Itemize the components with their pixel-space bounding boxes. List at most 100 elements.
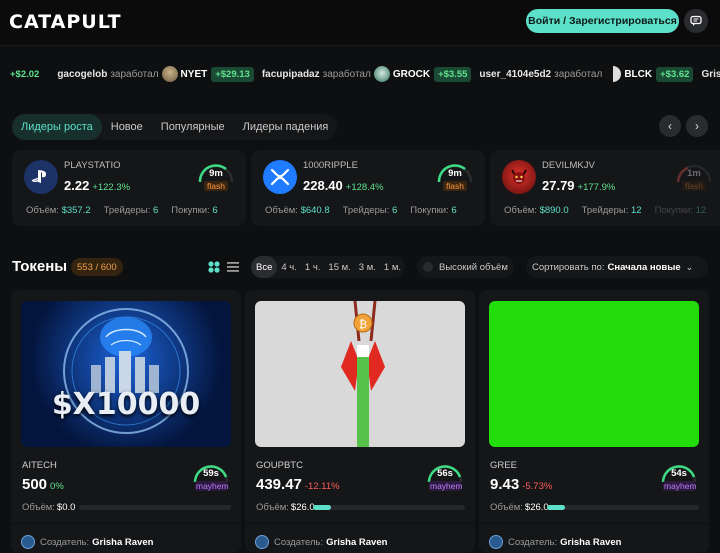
ticker-item[interactable]: Grisha Raven: [701, 69, 720, 80]
sort-select[interactable]: Сортировать по: Сначала новые ⌄: [526, 256, 708, 278]
coin-avatar: [605, 66, 622, 82]
devil-icon: [511, 169, 527, 184]
price-value: 439.47: [256, 476, 302, 493]
ticker-verb: заработал: [322, 68, 371, 80]
chat-button[interactable]: [684, 9, 708, 33]
price-change: -5.73%: [522, 481, 553, 492]
catapult-logo[interactable]: CATAPULT: [9, 11, 122, 33]
token-avatar: [263, 160, 297, 194]
stat-traders: Трейдеры: 6: [103, 205, 159, 216]
creator-avatar: [21, 535, 35, 549]
token-name: PLAYSTATIO: [64, 160, 121, 171]
creator-row[interactable]: Создатель: Grisha Raven: [21, 535, 153, 549]
leader-card[interactable]: PLAYSTATIO 2.22 +122.3% 9m flash Объём: $…: [12, 150, 246, 226]
creator-row[interactable]: Создатель: Grisha Raven: [489, 535, 621, 549]
ticker-item[interactable]: facupipadaz заработал GROCK +$3.55: [262, 66, 472, 82]
ai-brain-artwork: [63, 308, 189, 434]
token-image: $X10000: [21, 301, 231, 447]
ticker-item[interactable]: gacogelob заработал NYET +$29.13: [57, 66, 254, 82]
toggle-dot: [423, 262, 433, 272]
token-name: AITECH: [22, 460, 57, 471]
price-change: +177.9%: [577, 182, 616, 193]
ticker-user: gacogelob: [57, 68, 108, 80]
ticker-user: facupipadaz: [261, 68, 320, 80]
leader-card[interactable]: 1000RIPPLE 228.40 +128.4% 9m flash Объём:…: [251, 150, 485, 226]
token-stats: Объём: $357.2 Трейдеры: 6 Покупки: 6: [26, 205, 231, 216]
mayhem-badge: mayhem: [195, 481, 229, 491]
divider: [245, 523, 475, 524]
token-card[interactable]: $X10000 AITECH 500 0% 59s mayhem Объём: $0…: [11, 290, 241, 553]
creator-row[interactable]: Создатель: Grisha Raven: [255, 535, 387, 549]
gauge-time: 9m: [209, 168, 223, 179]
stat-volume: Объём: $357.2: [26, 205, 91, 216]
chevron-down-icon: ⌄: [685, 261, 694, 272]
gauge-time: 9m: [448, 168, 462, 179]
token-name: 1000RIPPLE: [303, 160, 358, 171]
high-volume-toggle[interactable]: Высокий объём: [417, 256, 514, 278]
price-value: 2.22: [64, 178, 90, 193]
token-card[interactable]: GREE 9.43 -5.73% 54s mayhem Объём: $26.0 С…: [479, 290, 709, 553]
filter-4h[interactable]: 4 ч.: [277, 256, 301, 278]
list-view-icon[interactable]: [226, 260, 240, 274]
flash-badge: flash: [682, 181, 706, 191]
time-gauge: 59s mayhem: [191, 462, 231, 492]
ticker-coin: GROCK: [392, 68, 431, 80]
tab-new[interactable]: Новое: [102, 114, 152, 140]
login-register-button[interactable]: Войти / Зарегистрироваться: [526, 9, 679, 33]
volume-progress-bar: [547, 505, 699, 510]
creator-avatar: [255, 535, 269, 549]
volume-progress-bar: [79, 505, 231, 510]
tab-fall-leaders[interactable]: Лидеры падения: [234, 114, 338, 140]
price-value: 9.43: [490, 476, 520, 493]
next-arrow-button[interactable]: ›: [686, 115, 708, 137]
gauge-time: 1m: [687, 168, 701, 179]
ticker-amount: +$3.62: [656, 66, 694, 82]
stat-traders: Трейдеры: 6: [342, 205, 398, 216]
time-gauge: 1m flash: [674, 162, 714, 192]
token-name: GREE: [490, 460, 517, 471]
token-stats: Объём: $890.0 Трейдеры: 12 Покупки: 12: [504, 205, 719, 216]
leaders-tabs: Лидеры роста Новое Популярные Лидеры пад…: [12, 114, 338, 140]
divider: [479, 523, 709, 524]
grid-view-icon[interactable]: [207, 260, 221, 274]
volume-progress-bar: [313, 505, 465, 510]
filter-1m[interactable]: 1 м.: [380, 256, 405, 278]
creator-name: Grisha Raven: [560, 536, 622, 548]
ticker-coin: NYET: [180, 68, 208, 80]
time-gauge: 56s mayhem: [425, 462, 465, 492]
stat-buys: Покупки: 6: [171, 205, 218, 216]
creator-label: Создатель:: [40, 536, 90, 548]
tokens-count-badge: 553 / 600: [71, 258, 123, 276]
gauge-time: 59s: [203, 468, 219, 479]
token-price: 9.43 -5.73%: [490, 476, 552, 493]
stat-volume: Объём: $640.8: [265, 205, 330, 216]
token-avatar: [24, 160, 58, 194]
tab-popular[interactable]: Популярные: [152, 114, 234, 140]
ticker-item[interactable]: +$2.02: [10, 69, 39, 80]
token-price: 27.79 +177.9%: [542, 178, 615, 193]
leader-card[interactable]: DEVILMKJV 27.79 +177.9% 1m flash Объём: $…: [490, 150, 720, 226]
token-card[interactable]: ₿ GOUPBTC 439.47 -12.11% 56s mayhem Объём…: [245, 290, 475, 553]
filter-all[interactable]: Все: [251, 256, 278, 278]
price-value: 27.79: [542, 178, 575, 193]
btc-arrow-artwork: ₿: [341, 301, 385, 447]
filter-1h[interactable]: 1 ч.: [301, 256, 325, 278]
token-volume: Объём: $26.0: [490, 502, 549, 513]
divider: [11, 523, 241, 524]
price-value: 228.40: [303, 178, 343, 193]
ticker-amount: +$2.02: [10, 68, 40, 80]
chevron-right-icon: ›: [695, 119, 699, 133]
filter-15m[interactable]: 15 м.: [324, 256, 354, 278]
stat-buys: Покупки: 12: [654, 205, 707, 216]
time-gauge: 9m flash: [196, 162, 236, 192]
filter-3m[interactable]: 3 м.: [355, 256, 380, 278]
token-name: DEVILMKJV: [542, 160, 595, 171]
tab-growth-leaders[interactable]: Лидеры роста: [12, 114, 102, 140]
creator-avatar: [489, 535, 503, 549]
ticker-coin: BLCK: [624, 68, 653, 80]
stat-buys: Покупки: 6: [410, 205, 457, 216]
prev-arrow-button[interactable]: ‹: [659, 115, 681, 137]
top-header: CATAPULT Войти / Зарегистрироваться: [0, 0, 720, 46]
ticker-item[interactable]: user_4104e5d2 заработал BLCK +$3.62: [479, 66, 694, 82]
playstation-icon: [31, 170, 46, 183]
